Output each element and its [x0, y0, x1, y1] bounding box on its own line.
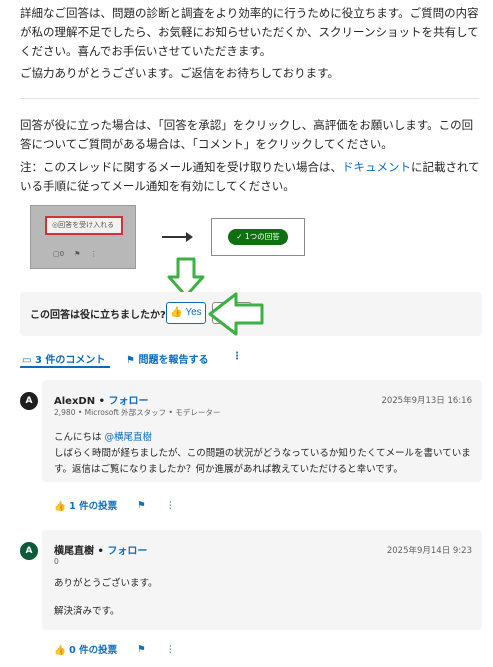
- documentation-link[interactable]: ドキュメント: [342, 160, 411, 174]
- screenshot-illustration: ◎回答を受け入れる ▢0 ⚑ ⋮: [30, 205, 136, 269]
- more-icon: ⋮: [90, 250, 98, 258]
- comment-card: AlexDN • フォロー 2,980 • Microsoft 外部スタッフ •…: [42, 380, 482, 482]
- comment-author-meta: 0: [54, 557, 59, 566]
- vote-count: 0 件の投票: [69, 645, 118, 656]
- comment-author[interactable]: AlexDN: [54, 396, 95, 407]
- comment-date: 2025年9月14日 9:23: [386, 546, 472, 556]
- green-arrow-left-icon: [208, 292, 264, 336]
- avatar: A: [20, 392, 38, 410]
- report-issue-label: 問題を報告する: [138, 355, 209, 366]
- comment-actions: 👍 0 件の投票 ⚑ ⋮: [54, 642, 176, 657]
- helpful-question: この回答は役に立ちましたか?: [30, 310, 166, 321]
- comment-card: 横尾直樹 • フォロー 0 2025年9月14日 9:23 ありがとうございます…: [42, 530, 482, 630]
- comment-author-line: 横尾直樹 • フォロー: [54, 542, 147, 557]
- thumbs-up-icon: 👍: [54, 501, 66, 512]
- comment-body-line-2: 解決済みです。: [54, 606, 120, 617]
- yes-label: Yes: [185, 307, 202, 318]
- follow-button[interactable]: フォロー: [107, 546, 147, 557]
- comment-icon: ▢0: [53, 250, 65, 258]
- answer-count-pill: ✓ 1つの回答: [228, 229, 288, 245]
- comment-author-line: AlexDN • フォロー: [54, 392, 148, 407]
- flag-icon: ⚑: [74, 250, 81, 258]
- vote-button[interactable]: 👍 0 件の投票: [54, 642, 117, 656]
- comment-greeting: こんにちは @横尾直樹: [54, 430, 474, 446]
- note-paragraph: 注：このスレッドに関するメール通知を受け取りたい場合は、ドキュメントに記載されて…: [20, 158, 484, 196]
- divider: [20, 98, 479, 99]
- intro-paragraph: 詳細なご回答は、問題の診断と調査をより効率的に行うために役立ちます。ご質問の内容…: [20, 6, 479, 58]
- comment-body: しばらく時間が経ちましたが、この問題の状況がどうなっているか知りたくてメールを書…: [54, 448, 471, 475]
- flag-icon[interactable]: ⚑: [137, 500, 146, 511]
- thanks-paragraph: ご協力ありがとうございます。ご返信をお待ちしております。: [20, 66, 340, 80]
- greeting-text: こんにちは: [54, 432, 105, 443]
- more-icon[interactable]: ⋮: [166, 500, 176, 511]
- thumbs-up-icon: 👍: [170, 307, 183, 318]
- follow-button[interactable]: フォロー: [108, 396, 148, 407]
- more-actions-button[interactable]: ⋮: [232, 351, 242, 362]
- mock-icons: ▢0 ⚑ ⋮: [53, 250, 97, 258]
- report-issue-button[interactable]: ⚑ 問題を報告する: [126, 351, 208, 366]
- comment-icon: ▭: [22, 355, 32, 366]
- info-paragraph: 回答が役に立った場合は、「回答を承認」をクリックし、高評価をお願いします。この回…: [20, 118, 474, 151]
- comment-actions: 👍 1 件の投票 ⚑ ⋮: [54, 498, 176, 513]
- flag-icon: ⚑: [126, 355, 135, 366]
- flag-icon[interactable]: ⚑: [137, 644, 146, 655]
- separator: •: [98, 396, 105, 407]
- more-icon[interactable]: ⋮: [166, 644, 176, 655]
- comments-tab[interactable]: ▭ 3 件のコメント: [22, 351, 105, 366]
- separator: •: [97, 546, 104, 557]
- arrow-line: [162, 236, 188, 238]
- comment-author[interactable]: 横尾直樹: [54, 546, 94, 557]
- vote-button[interactable]: 👍 1 件の投票: [54, 498, 117, 512]
- avatar: A: [20, 542, 38, 560]
- comment-body-line-1: ありがとうございます。: [54, 578, 158, 589]
- answer-count-illustration: ✓ 1つの回答: [211, 218, 305, 256]
- comments-count-label: 3 件のコメント: [34, 355, 106, 366]
- yes-button[interactable]: 👍 Yes: [166, 302, 206, 324]
- thumbs-up-icon: 👍: [54, 645, 66, 656]
- mention-link[interactable]: @横尾直樹: [105, 432, 153, 443]
- arrow-right-icon: [186, 232, 193, 242]
- comment-date: 2025年9月13日 16:16: [381, 396, 472, 406]
- comments-tab-underline: [20, 366, 110, 368]
- comment-author-meta: 2,980 • Microsoft 外部スタッフ • モデレーター: [54, 408, 221, 417]
- accept-answer-mock-button: ◎回答を受け入れる: [45, 216, 123, 235]
- note-prefix: 注：このスレッドに関するメール通知を受け取りたい場合は、: [20, 160, 342, 174]
- vote-count: 1 件の投票: [69, 501, 118, 512]
